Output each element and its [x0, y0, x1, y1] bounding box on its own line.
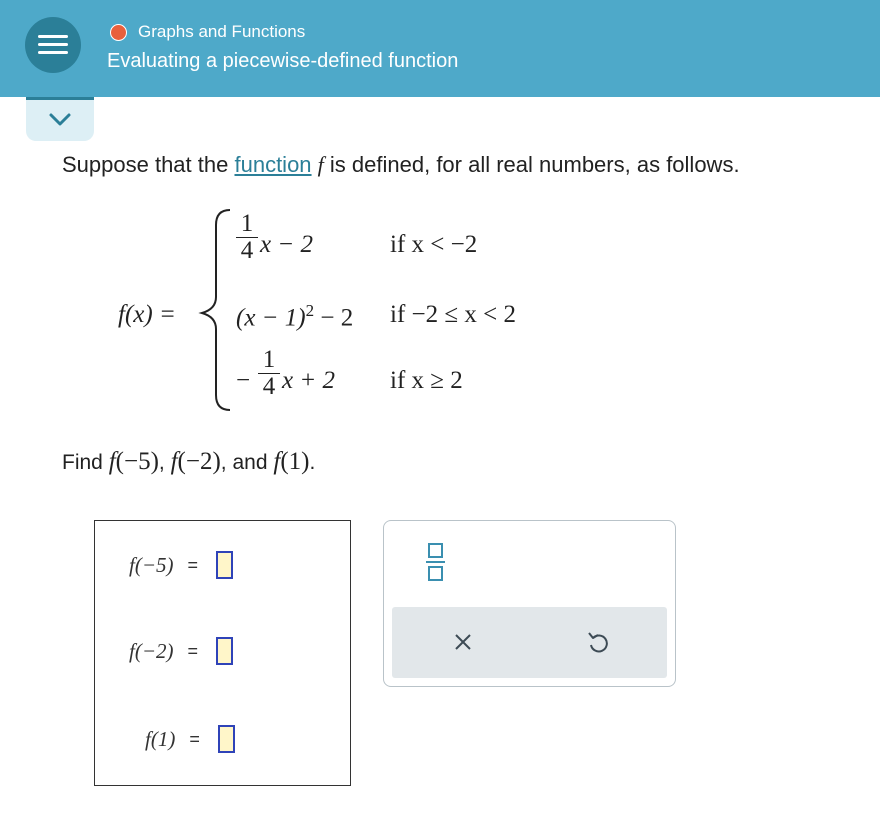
answer-input-f-neg5[interactable] — [216, 551, 234, 579]
fraction-template-icon[interactable] — [426, 541, 448, 585]
collapse-header-button[interactable] — [26, 97, 94, 141]
piece-1-condition: if x < −2 — [390, 231, 478, 258]
piece-1-expr: x − 2 — [260, 231, 313, 258]
piece-3-fraction: 1 4 — [258, 347, 280, 400]
find-instruction: Find f(−5), f(−2), and f(1). — [62, 448, 316, 475]
clear-button[interactable] — [448, 627, 478, 657]
undo-button[interactable] — [583, 627, 613, 657]
answer-label: f(1) — [145, 726, 176, 751]
chevron-down-icon — [49, 113, 71, 126]
problem-statement: Suppose that the function f is defined, … — [62, 152, 740, 177]
answer-label: f(−5) — [129, 552, 174, 577]
piece-3-expr: x + 2 — [282, 367, 335, 394]
piece-1-fraction: 1 4 — [236, 211, 258, 264]
answer-row-f-1: f(1) = — [145, 721, 235, 757]
piece-2-expr: (x − 1)2 − 2 — [236, 301, 354, 332]
header-bar: Graphs and Functions Evaluating a piecew… — [0, 0, 880, 97]
answer-row-f-neg2: f(−2) = — [129, 633, 234, 669]
lesson-title: Evaluating a piecewise-defined function — [107, 50, 459, 72]
function-glossary-link[interactable]: function — [234, 152, 311, 177]
topic-label: Graphs and Functions — [138, 22, 306, 41]
menu-button[interactable] — [25, 17, 81, 73]
answer-input-f-1[interactable] — [217, 725, 235, 753]
piecewise-definition: f(x) = 1 4 x − 2 if x < −2 (x − 1)2 − 2 … — [118, 205, 558, 420]
piece-3-condition: if x ≥ 2 — [390, 367, 463, 394]
function-lhs: f(x) = — [118, 301, 176, 328]
topic-row: Graphs and Functions — [110, 21, 305, 43]
x-clear-icon — [455, 634, 471, 650]
answer-area: f(−5) = f(−2) = f(1) = — [94, 520, 351, 786]
action-bar — [392, 607, 667, 678]
hamburger-menu-icon — [38, 35, 68, 38]
undo-icon — [588, 632, 608, 653]
answer-row-f-neg5: f(−5) = — [129, 547, 234, 583]
answer-input-f-neg2[interactable] — [216, 637, 234, 665]
piece-2-condition: if −2 ≤ x < 2 — [390, 301, 516, 328]
answer-label: f(−2) — [129, 638, 174, 663]
math-tool-panel — [383, 520, 676, 687]
topic-status-dot — [110, 23, 127, 41]
left-brace — [198, 209, 231, 411]
piece-3-sign: − — [236, 367, 251, 394]
